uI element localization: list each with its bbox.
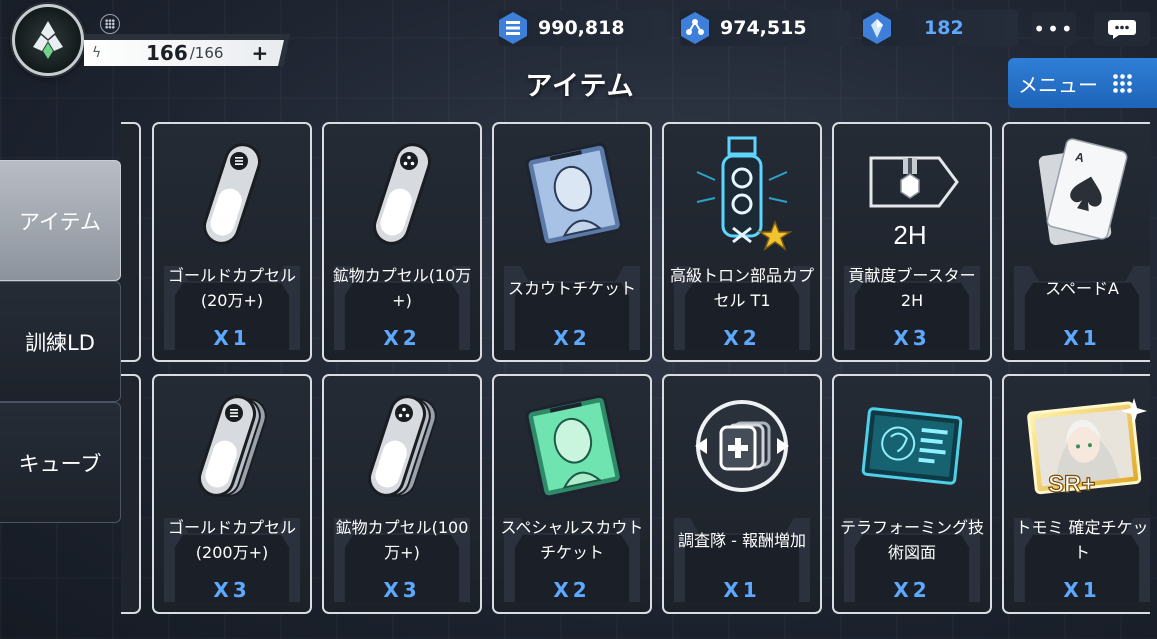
faction-emblem-icon xyxy=(33,21,63,59)
spade-card-icon: A xyxy=(1004,130,1150,258)
chat-button[interactable] xyxy=(1094,12,1150,46)
item-card[interactable]: テラフォーミング技術図面 X2 xyxy=(832,374,992,614)
stamina-bar: ϟ 166 /166 + xyxy=(84,40,284,66)
page-title: アイテム xyxy=(525,71,635,102)
item-quantity: X1 xyxy=(723,578,761,602)
crystal-icon xyxy=(860,11,894,45)
item-card[interactable]: 鉱物カプセル(100万+) X3 xyxy=(322,374,482,614)
item-name: 鉱物カプセル(10万+) xyxy=(332,266,472,310)
item-name: ゴールドカプセル(20万+) xyxy=(167,266,296,310)
item-name: ゴールドカプセル(200万+) xyxy=(167,518,296,562)
item-name: スカウトチケット xyxy=(507,278,636,298)
gold-capsule-icon xyxy=(154,130,310,258)
item-quantity: X1 xyxy=(213,326,251,350)
sr-rank-label: SR+ xyxy=(1048,471,1095,498)
item-grid: ゴールドカプセル(20万+) X1 鉱物カプセル(10万+) X2 スカウトチケ… xyxy=(121,120,1150,616)
item-name: スペードA xyxy=(1045,278,1119,298)
item-card[interactable]: 調査隊 - 報酬増加 X1 xyxy=(662,374,822,614)
mineral-value: 974,515 xyxy=(720,17,807,39)
item-quantity: X2 xyxy=(723,326,761,350)
item-quantity: X2 xyxy=(553,578,591,602)
item-quantity: X3 xyxy=(213,578,251,602)
tab-items[interactable]: アイテム xyxy=(0,160,121,281)
menu-grid-icon xyxy=(1112,73,1132,93)
reward-boost-icon xyxy=(664,382,820,510)
partial-card xyxy=(121,122,141,362)
special-scout-ticket-icon xyxy=(494,382,650,510)
item-quantity: X2 xyxy=(553,326,591,350)
grid-dots-icon[interactable] xyxy=(100,14,120,34)
tron-part-icon xyxy=(664,130,820,258)
sr-ticket-icon: SR+ xyxy=(1004,382,1150,510)
item-quantity: X2 xyxy=(893,578,931,602)
item-card[interactable]: スペシャルスカウトチケット X2 xyxy=(492,374,652,614)
medal-booster-icon: 2H xyxy=(834,130,990,258)
gold-value: 990,818 xyxy=(538,17,625,39)
profile-avatar[interactable] xyxy=(12,4,84,76)
tab-training-ld[interactable]: 訓練LD xyxy=(0,281,121,402)
item-quantity: X2 xyxy=(383,326,421,350)
gold-icon xyxy=(496,11,530,45)
menu-button[interactable]: メニュー xyxy=(1008,58,1157,108)
item-card[interactable]: A スペードA X1 xyxy=(1002,122,1150,362)
item-name: 高級トロン部品カプセル T1 xyxy=(669,266,814,310)
item-card[interactable]: SR+ トモミ 確定チケット X1 xyxy=(1002,374,1150,614)
item-quantity: X1 xyxy=(1063,326,1101,350)
item-name: テラフォーミング技術図面 xyxy=(839,518,984,562)
crystal-value: 182 xyxy=(924,17,964,39)
item-name: 貢献度ブースター2H xyxy=(848,266,976,310)
currency-crystal[interactable]: 182 xyxy=(862,10,1018,46)
stamina-max: /166 xyxy=(189,44,224,62)
more-options-button[interactable]: ••• xyxy=(1032,12,1076,46)
item-card[interactable]: ゴールドカプセル(200万+) X3 xyxy=(152,374,312,614)
mineral-icon xyxy=(678,11,712,45)
item-name: 鉱物カプセル(100万+) xyxy=(335,518,469,562)
add-stamina-button[interactable]: + xyxy=(251,41,268,65)
item-name: トモミ 確定チケット xyxy=(1015,518,1149,562)
blueprint-icon xyxy=(834,382,990,510)
menu-label: メニュー xyxy=(1018,72,1098,97)
item-card[interactable]: ゴールドカプセル(20万+) X1 xyxy=(152,122,312,362)
side-tab-bar: アイテム 訓練LD キューブ xyxy=(0,160,121,523)
booster-duration: 2H xyxy=(893,220,926,250)
item-card[interactable]: スカウトチケット X2 xyxy=(492,122,652,362)
partial-card xyxy=(121,374,141,614)
lightning-icon: ϟ xyxy=(92,45,102,61)
gold-capsule-stack-icon xyxy=(154,382,310,510)
chat-bubble-icon xyxy=(1108,20,1136,39)
currency-gold[interactable]: 990,818 xyxy=(498,10,668,46)
scout-ticket-icon xyxy=(494,130,650,258)
item-name: 調査隊 - 報酬増加 xyxy=(678,530,806,550)
stamina-current: 166 xyxy=(146,41,188,65)
item-quantity: X3 xyxy=(383,578,421,602)
mineral-capsule-stack-icon xyxy=(324,382,480,510)
item-card[interactable]: 鉱物カプセル(10万+) X2 xyxy=(322,122,482,362)
item-name: スペシャルスカウトチケット xyxy=(500,518,644,562)
mineral-capsule-icon xyxy=(324,130,480,258)
item-card[interactable]: 2H 貢献度ブースター2H X3 xyxy=(832,122,992,362)
item-quantity: X3 xyxy=(893,326,931,350)
item-quantity: X1 xyxy=(1063,578,1101,602)
item-card[interactable]: 高級トロン部品カプセル T1 X2 xyxy=(662,122,822,362)
tab-cube[interactable]: キューブ xyxy=(0,402,121,523)
currency-mineral[interactable]: 974,515 xyxy=(680,10,850,46)
